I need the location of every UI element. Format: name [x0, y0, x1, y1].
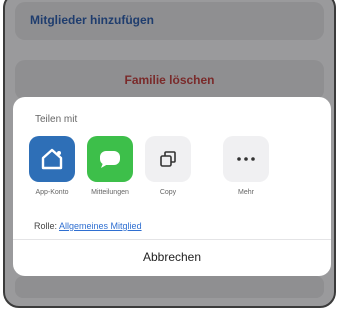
more-dots-icon [237, 157, 255, 161]
cancel-button[interactable]: Abbrechen [13, 239, 331, 276]
delete-family-row: Familie löschen [15, 60, 324, 100]
role-label: Rolle: [34, 221, 58, 231]
add-members-label: Mitglieder hinzufügen [30, 13, 154, 27]
delete-family-label: Familie löschen [124, 73, 215, 87]
share-option-label: Copy [159, 189, 177, 196]
share-sheet: Teilen mit App-Konto Mitteilungen Copy M… [13, 97, 331, 276]
share-option-label: App-Konto [35, 189, 69, 196]
share-option-label: Mitteilungen [91, 189, 129, 196]
share-option-label: Mehr [238, 189, 254, 196]
share-option-app-account[interactable]: App-Konto [22, 136, 82, 196]
more-tile[interactable] [223, 136, 269, 182]
messages-tile[interactable] [87, 136, 133, 182]
share-option-messages[interactable]: Mitteilungen [80, 136, 140, 196]
copy-icon [160, 151, 176, 167]
house-icon [41, 148, 63, 170]
share-option-more[interactable]: Mehr [216, 136, 276, 196]
role-link[interactable]: Allgemeines Mitglied [59, 221, 142, 231]
message-bubble-icon [100, 151, 120, 168]
copy-tile[interactable] [145, 136, 191, 182]
role-line: Rolle: Allgemeines Mitglied [34, 221, 142, 231]
app-account-tile[interactable] [29, 136, 75, 182]
background-bottom-row [15, 276, 324, 298]
share-sheet-title: Teilen mit [35, 114, 78, 125]
add-members-row: Mitglieder hinzufügen [15, 2, 324, 40]
share-option-copy[interactable]: Copy [138, 136, 198, 196]
